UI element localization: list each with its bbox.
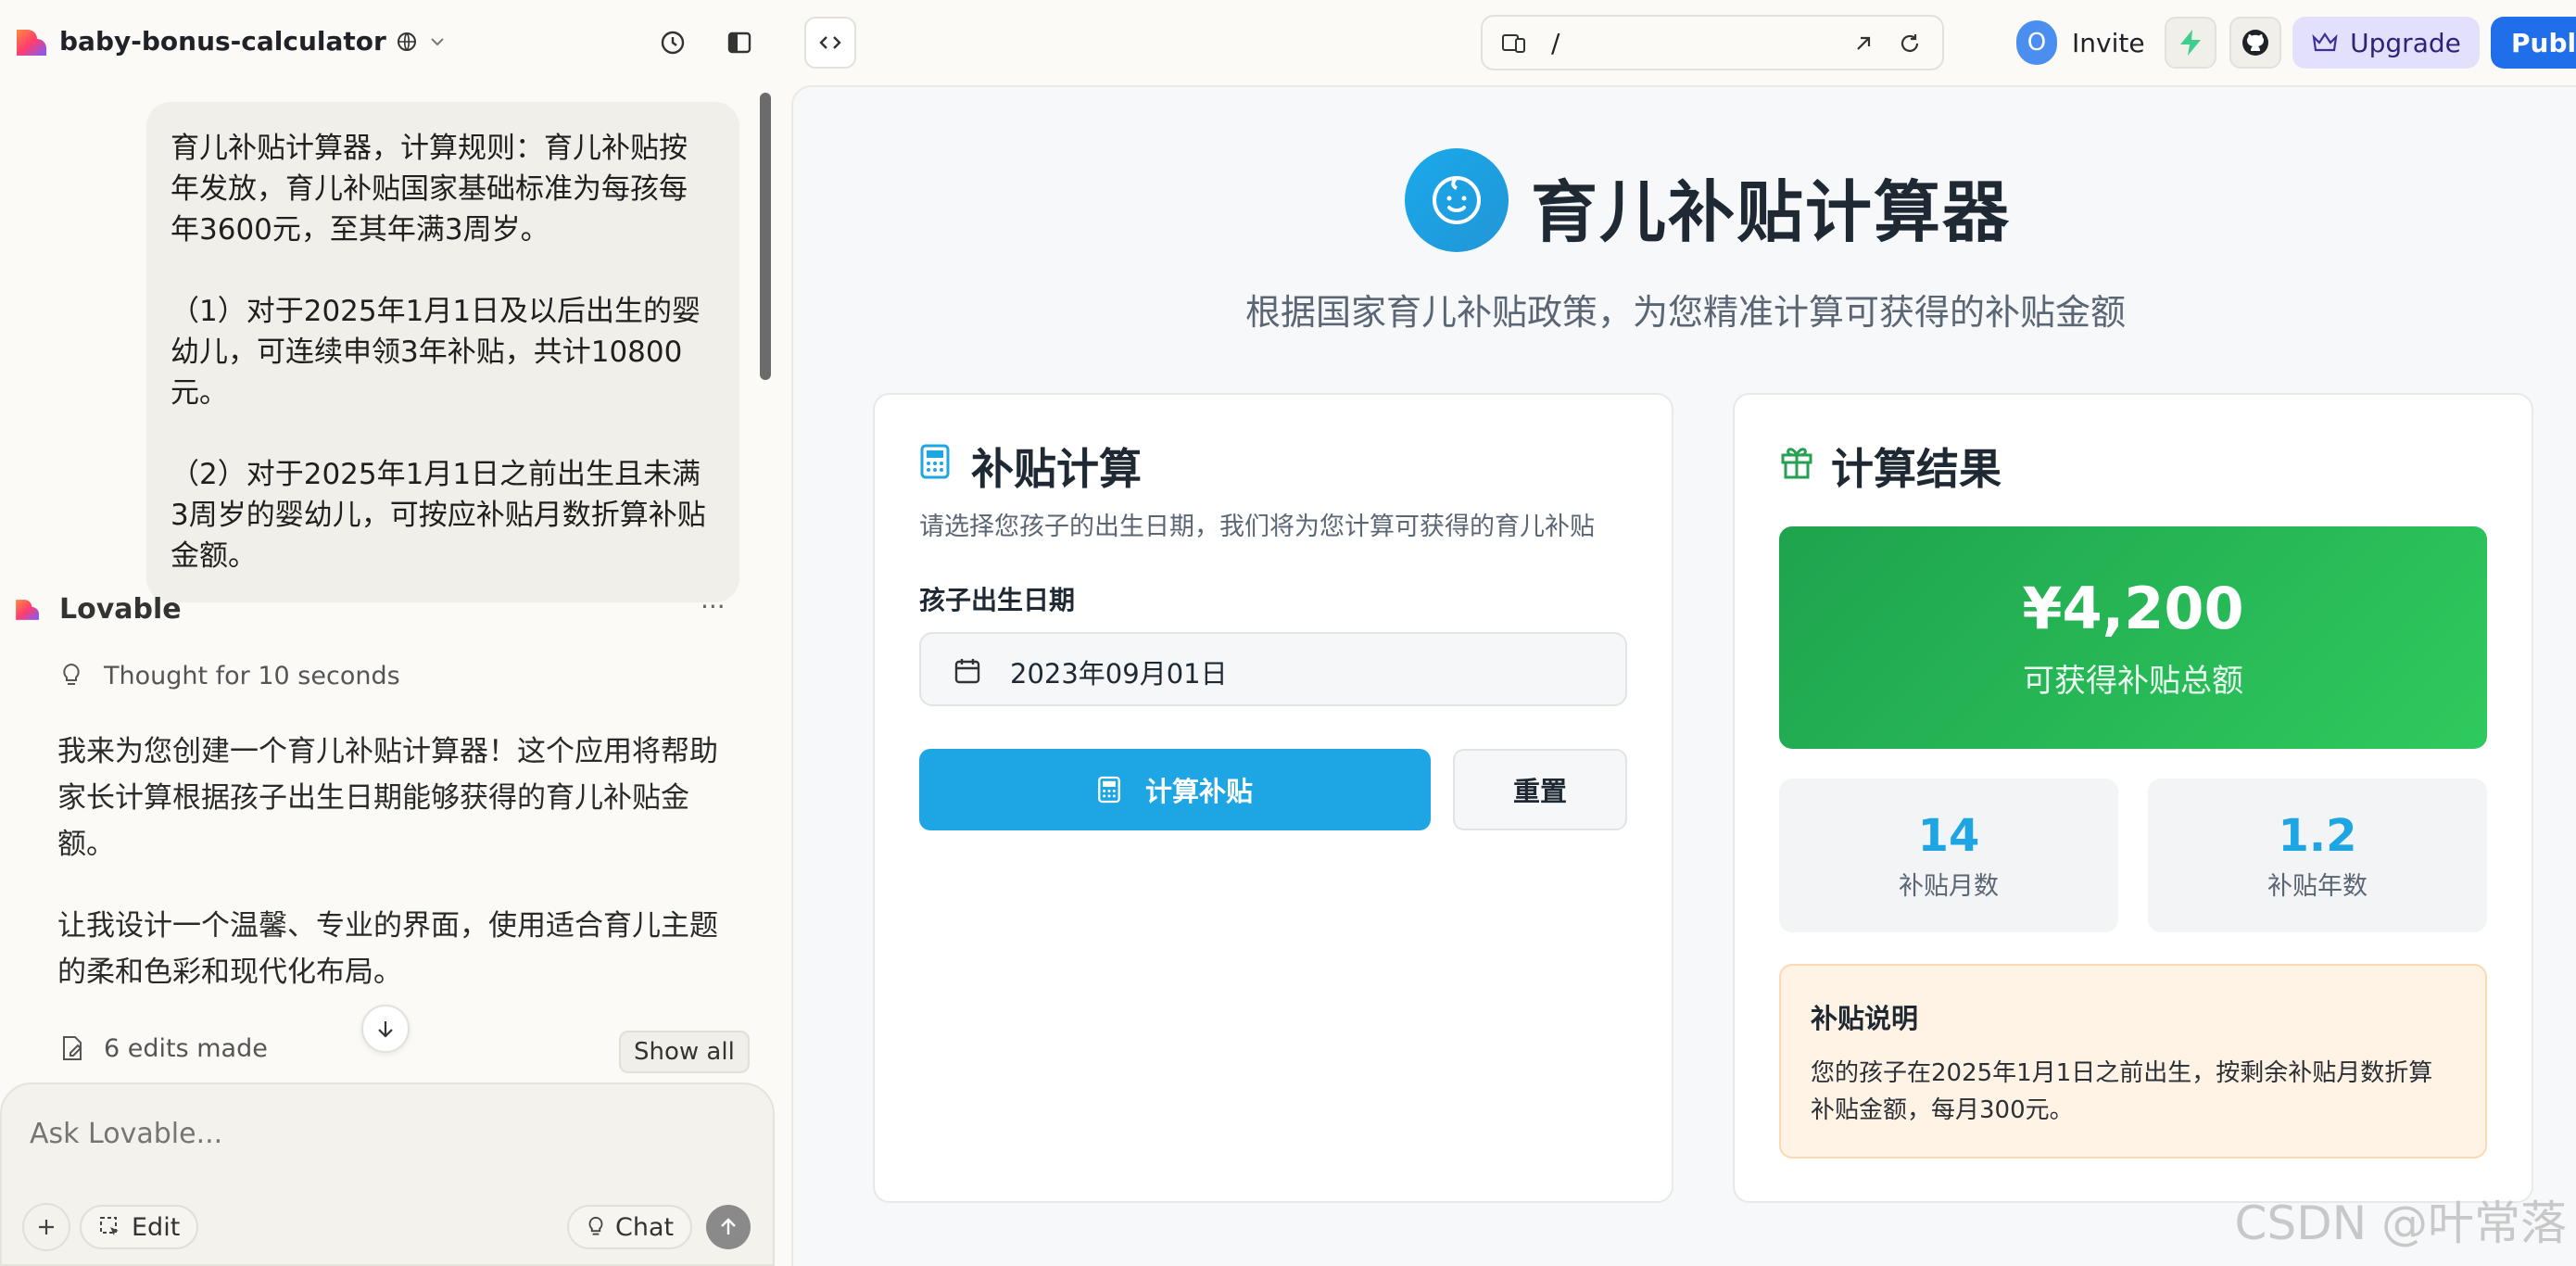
chat-panel: 育儿补贴计算器，计算规则：育儿补贴按年发放，育儿补贴国家基础标准为每孩每年360… (0, 85, 788, 1266)
birthdate-value: 2023年09月01日 (1010, 658, 1228, 690)
edit-label: Edit (132, 1212, 181, 1242)
note-title: 补贴说明 (1811, 1003, 1919, 1034)
device-preview-icon[interactable] (1501, 32, 1527, 56)
result-card-title: 计算结果 (1831, 444, 2001, 494)
chat-scrollbar[interactable] (760, 93, 771, 380)
supabase-button[interactable] (2165, 17, 2216, 69)
chevron-down-icon (427, 32, 448, 52)
result-card: 计算结果 ¥4,200 可获得补贴总额 14 补贴月数 1.2 补贴年数 补贴说… (1733, 393, 2533, 1203)
crown-icon (2311, 31, 2339, 55)
months-stat: 14 补贴月数 (1779, 779, 2118, 932)
years-label: 补贴年数 (2267, 871, 2368, 901)
calculator-icon (1097, 775, 1121, 804)
project-name: baby-bonus-calculator (59, 26, 386, 57)
show-all-label: Show all (634, 1038, 735, 1066)
edits-made-label: 6 edits made (104, 1034, 268, 1063)
total-amount: ¥4,200 (2022, 575, 2244, 642)
calculator-icon (919, 443, 951, 480)
code-icon (817, 30, 843, 56)
chat-composer: Edit Chat (0, 1082, 775, 1266)
calendar-icon (953, 656, 982, 686)
show-all-button[interactable]: Show all (619, 1031, 750, 1073)
open-external-icon[interactable] (1851, 32, 1875, 56)
upgrade-button[interactable]: Upgrade (2292, 17, 2480, 69)
lightbulb-icon (586, 1215, 606, 1239)
sidebar-icon (726, 30, 752, 56)
send-button[interactable] (706, 1205, 751, 1249)
calculate-label: 计算补贴 (1144, 776, 1253, 807)
birthdate-label: 孩子出生日期 (919, 585, 1076, 615)
bot-name: Lovable (59, 593, 182, 626)
user-message: 育儿补贴计算器，计算规则：育儿补贴按年发放，育儿补贴国家基础标准为每孩每年360… (146, 102, 739, 602)
calculate-button[interactable]: 计算补贴 (919, 749, 1431, 830)
months-label: 补贴月数 (1899, 871, 1999, 901)
globe-icon (396, 31, 418, 53)
bot-message-paragraph: 我来为您创建一个育儿补贴计算器！这个应用将帮助家长计算根据孩子出生日期能够获得的… (57, 735, 718, 861)
user-message-paragraph: （1）对于2025年1月1日及以后出生的婴幼儿，可连续申领3年补贴，共计1080… (170, 295, 701, 410)
note-text: 您的孩子在2025年1月1日之前出生，按剩余补贴月数折算补贴金额，每月300元。 (1811, 1059, 2433, 1124)
bot-message-paragraph: 让我设计一个温馨、专业的界面，使用适合育儿主题的柔和色彩和现代化布局。 (57, 909, 718, 989)
page-title: 育儿补贴计算器 (1531, 173, 2012, 251)
history-icon (659, 29, 687, 57)
invite-label: Invite (2072, 27, 2145, 58)
birthdate-picker[interactable]: 2023年09月01日 (919, 632, 1627, 706)
project-selector[interactable]: baby-bonus-calculator (59, 26, 448, 57)
total-amount-label: 可获得补贴总额 (2023, 663, 2243, 700)
arrow-down-icon (374, 1018, 397, 1040)
attach-button[interactable] (22, 1203, 70, 1251)
upgrade-label: Upgrade (2350, 27, 2461, 58)
lightbulb-icon (59, 662, 83, 690)
select-edit-icon (98, 1215, 122, 1239)
calc-card-title: 补贴计算 (971, 444, 1142, 494)
months-value: 14 (1917, 809, 1980, 862)
edit-mode-button[interactable]: Edit (80, 1205, 199, 1249)
url-path[interactable]: / (1551, 28, 1559, 58)
avatar-letter: O (2027, 29, 2047, 57)
refresh-icon[interactable] (1898, 32, 1922, 56)
history-button[interactable] (647, 17, 699, 69)
gift-icon (1779, 443, 1814, 480)
github-button[interactable] (2229, 17, 2281, 69)
page-subtitle: 根据国家育儿补贴政策，为您精准计算可获得的补贴金额 (1244, 292, 2126, 333)
watermark: CSDN @叶常落 (2234, 1196, 2567, 1250)
publish-button[interactable]: Publi (2491, 17, 2576, 69)
chat-label: Chat (615, 1212, 675, 1242)
reset-button[interactable]: 重置 (1453, 749, 1627, 830)
avatar[interactable]: O (2016, 20, 2057, 65)
scroll-down-button[interactable] (361, 1005, 410, 1053)
github-icon (2241, 28, 2270, 57)
invite-button[interactable]: Invite (2053, 17, 2164, 69)
plus-icon (36, 1217, 57, 1237)
years-stat: 1.2 补贴年数 (2148, 779, 2487, 932)
publish-label: Publi (2511, 27, 2576, 58)
baby-logo (1405, 148, 1509, 252)
user-message-paragraph: 育儿补贴计算器，计算规则：育儿补贴按年发放，育儿补贴国家基础标准为每孩每年360… (170, 132, 688, 247)
top-bar: baby-bonus-calculator / O Invite Upgrade… (0, 0, 2576, 85)
arrow-up-icon (718, 1217, 739, 1237)
chat-mode-button[interactable]: Chat (567, 1205, 693, 1249)
lovable-avatar-icon (13, 597, 39, 623)
toggle-sidebar-button[interactable] (713, 17, 765, 69)
reset-label: 重置 (1512, 776, 1567, 807)
calc-card-description: 请选择您孩子的出生日期，我们将为您计算可获得的育儿补贴 (919, 513, 1595, 541)
edit-file-icon (59, 1034, 85, 1062)
app-preview: 育儿补贴计算器 根据国家育儿补贴政策，为您精准计算可获得的补贴金额 补贴计算 请… (791, 85, 2576, 1266)
years-value: 1.2 (2278, 809, 2357, 862)
calc-card: 补贴计算 请选择您孩子的出生日期，我们将为您计算可获得的育儿补贴 孩子出生日期 … (873, 393, 1673, 1203)
total-amount-panel: ¥4,200 可获得补贴总额 (1779, 526, 2487, 749)
url-bar[interactable]: / (1481, 15, 1944, 70)
subsidy-note: 补贴说明 您的孩子在2025年1月1日之前出生，按剩余补贴月数折算补贴金额，每月… (1779, 964, 2487, 1158)
user-message-paragraph: （2）对于2025年1月1日之前出生且未满3周岁的婴幼儿，可按应补贴月数折算补贴… (170, 458, 706, 573)
lightning-icon (2177, 28, 2204, 57)
baby-icon (1429, 172, 1484, 228)
message-options-button[interactable]: ··· (701, 591, 726, 622)
code-view-button[interactable] (804, 17, 856, 69)
chat-input[interactable] (30, 1108, 734, 1158)
thought-label[interactable]: Thought for 10 seconds (104, 662, 400, 690)
lovable-logo-icon[interactable] (13, 26, 46, 59)
